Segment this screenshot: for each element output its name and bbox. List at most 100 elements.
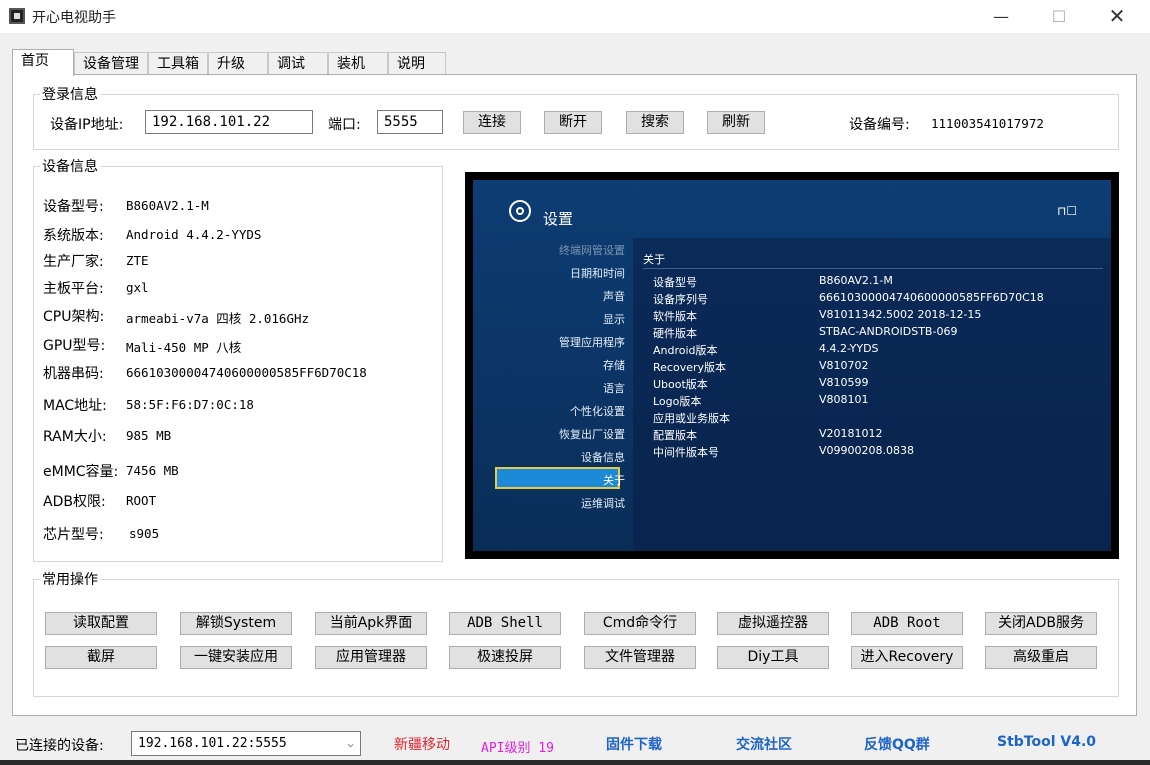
device-info-label: ADB权限:	[43, 494, 106, 510]
settings-menu-item-selected: 关于	[603, 474, 625, 487]
ip-label: 设备IP地址:	[50, 117, 124, 133]
about-title: 关于	[643, 253, 665, 266]
tab-home[interactable]: 首页	[12, 49, 74, 76]
port-input[interactable]: 5555	[377, 110, 443, 134]
settings-menu-item: 语言	[603, 382, 625, 395]
login-group-legend: 登录信息	[42, 87, 98, 103]
carrier-label: 新疆移动	[394, 737, 450, 753]
device-info-label: 系统版本:	[43, 228, 104, 244]
tab-upgrade[interactable]: 升级	[208, 52, 268, 75]
tab-toolbox[interactable]: 工具箱	[148, 52, 208, 75]
about-divider	[643, 268, 1103, 269]
settings-menu-item: 设备信息	[581, 451, 625, 464]
virtual-remote-button[interactable]: 虚拟遥控器	[717, 612, 829, 635]
device-info-value: 7456 MB	[126, 463, 179, 478]
current-apk-button[interactable]: 当前Apk界面	[315, 612, 427, 635]
settings-menu-item: 恢复出厂设置	[559, 428, 625, 441]
maximize-button[interactable]: ☐	[1036, 0, 1082, 33]
taskbar-strip	[0, 760, 1150, 765]
connected-device-select[interactable]: 192.168.101.22:5555 ⌵	[131, 731, 361, 756]
connected-device-value: 192.168.101.22:5555	[138, 736, 287, 751]
settings-menu-item: 运维调试	[581, 497, 625, 510]
device-info-value: armeabi-v7a 四核 2.016GHz	[126, 311, 310, 326]
device-info-label: eMMC容量:	[43, 464, 119, 480]
screenshot-button[interactable]: 截屏	[45, 646, 157, 669]
diy-tool-button[interactable]: Diy工具	[717, 646, 829, 669]
about-value: 66610300004740600000585FF6D70C18	[819, 291, 1044, 304]
settings-menu-item: 个性化设置	[570, 405, 625, 418]
adb-root-button[interactable]: ADB Root	[851, 612, 963, 635]
close-adb-button[interactable]: 关闭ADB服务	[985, 612, 1097, 635]
tab-debug[interactable]: 调试	[268, 52, 328, 75]
minimize-button[interactable]: —	[978, 0, 1024, 33]
menu-selection-highlight	[495, 467, 620, 489]
unlock-system-button[interactable]: 解锁System	[180, 612, 292, 635]
device-info-value: ZTE	[126, 253, 149, 268]
window-title: 开心电视助手	[32, 10, 116, 26]
refresh-button[interactable]: 刷新	[707, 111, 765, 134]
about-key: Recovery版本	[653, 361, 727, 374]
fast-cast-button[interactable]: 极速投屏	[449, 646, 561, 669]
serial-label: 设备编号:	[849, 117, 910, 133]
device-info-value: Android 4.4.2-YYDS	[126, 227, 262, 242]
close-button[interactable]: ✕	[1094, 0, 1140, 33]
settings-menu-item: 管理应用程序	[559, 336, 625, 349]
gear-icon	[509, 200, 531, 222]
settings-menu-item: 显示	[603, 313, 625, 326]
device-screen-preview: 设置 ⊓☐ 终端网管设置 日期和时间 声音 显示 管理应用程序 存储 语言 个性…	[465, 172, 1119, 559]
file-manager-button[interactable]: 文件管理器	[584, 646, 696, 669]
settings-menu-item: 存储	[603, 359, 625, 372]
common-ops-legend: 常用操作	[42, 572, 98, 588]
serial-value: 111003541017972	[931, 116, 1044, 131]
device-info-label: 生产厂家:	[43, 254, 104, 270]
device-info-label: MAC地址:	[43, 398, 107, 414]
community-link[interactable]: 交流社区	[736, 734, 792, 754]
about-key: 中间件版本号	[653, 446, 719, 459]
one-click-install-button[interactable]: 一键安装应用	[180, 646, 292, 669]
about-key: 设备序列号	[653, 293, 708, 306]
device-info-label: 机器串码:	[43, 366, 104, 382]
about-value: B860AV2.1-M	[819, 274, 893, 287]
adb-shell-button[interactable]: ADB Shell	[449, 612, 561, 635]
device-info-legend: 设备信息	[42, 159, 98, 175]
ip-input[interactable]: 192.168.101.22	[145, 110, 313, 134]
settings-menu-item: 日期和时间	[570, 267, 625, 280]
tab-help[interactable]: 说明	[388, 52, 446, 75]
about-key: 硬件版本	[653, 327, 697, 340]
device-info-value: Mali-450 MP 八核	[126, 340, 242, 355]
device-info-value: 66610300004740600000585FF6D70C18	[126, 365, 367, 380]
about-key: Logo版本	[653, 395, 702, 408]
app-manager-button[interactable]: 应用管理器	[315, 646, 427, 669]
device-info-label: 设备型号:	[43, 199, 104, 215]
tab-device-manage[interactable]: 设备管理	[74, 52, 148, 75]
about-value: 4.4.2-YYDS	[819, 342, 879, 355]
advanced-reboot-button[interactable]: 高级重启	[985, 646, 1097, 669]
about-value: V81011342.5002 2018-12-15	[819, 308, 982, 321]
device-info-label: 芯片型号:	[43, 527, 104, 543]
device-info-value: ROOT	[126, 493, 157, 508]
chevron-down-icon[interactable]: ⌵	[347, 732, 354, 755]
app-logo-icon	[9, 8, 25, 24]
settings-title: 设置	[543, 210, 574, 228]
about-key: 配置版本	[653, 429, 697, 442]
api-level-label: API级别 19	[481, 741, 554, 756]
feedback-qq-link[interactable]: 反馈QQ群	[864, 734, 930, 754]
device-info-label: CPU架构:	[43, 309, 105, 325]
tab-install[interactable]: 装机	[328, 52, 388, 75]
search-button[interactable]: 搜索	[626, 111, 684, 134]
enter-recovery-button[interactable]: 进入Recovery	[851, 646, 963, 669]
connect-button[interactable]: 连接	[463, 111, 521, 134]
about-value: V810702	[819, 359, 869, 372]
about-value: V09900208.0838	[819, 444, 915, 457]
firmware-download-link[interactable]: 固件下载	[606, 734, 662, 754]
settings-header: 设置 ⊓☐	[473, 180, 1111, 238]
cmd-button[interactable]: Cmd命令行	[584, 612, 696, 635]
settings-menu-item: 终端网管设置	[559, 244, 625, 257]
version-link[interactable]: StbTool V4.0	[997, 734, 1096, 750]
about-key: 软件版本	[653, 310, 697, 323]
disconnect-button[interactable]: 断开	[544, 111, 602, 134]
device-info-label: 主板平台:	[43, 281, 104, 297]
device-info-value: s905	[129, 526, 160, 541]
settings-menu: 终端网管设置 日期和时间 声音 显示 管理应用程序 存储 语言 个性化设置 恢复…	[473, 242, 633, 551]
read-config-button[interactable]: 读取配置	[45, 612, 157, 635]
